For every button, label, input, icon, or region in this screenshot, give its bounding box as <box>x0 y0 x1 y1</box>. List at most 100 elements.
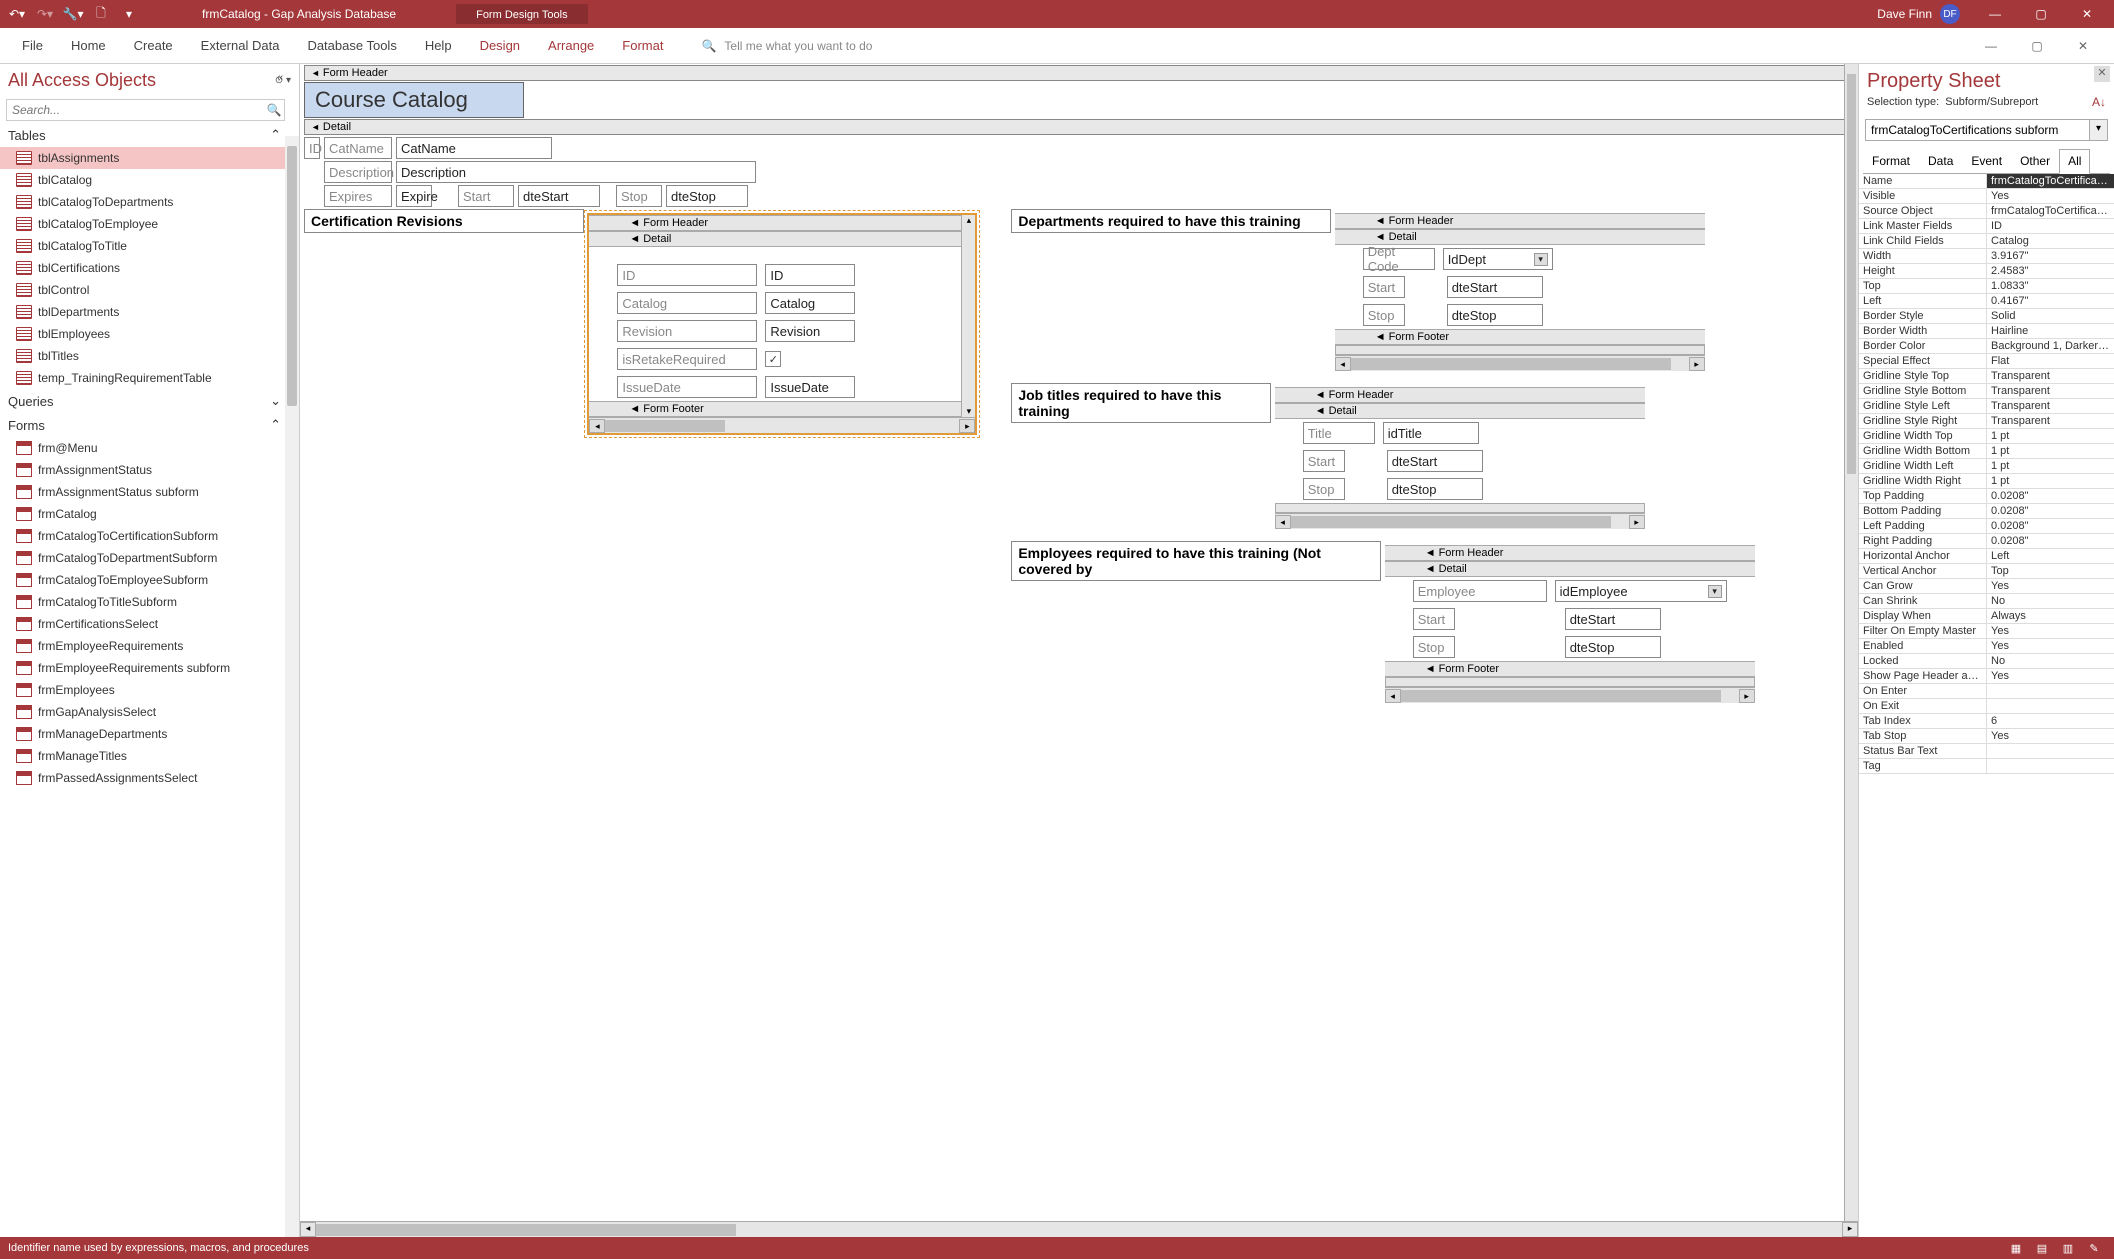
section-detail[interactable]: ◄Detail <box>304 119 1858 135</box>
dept-start-field[interactable]: dteStart <box>1447 276 1543 298</box>
tab-arrange[interactable]: Arrange <box>534 30 608 61</box>
property-row[interactable]: Left0.4167" <box>1859 294 2114 309</box>
property-row[interactable]: Gridline Width Left1 pt <box>1859 459 2114 474</box>
property-row[interactable]: Top1.0833" <box>1859 279 2114 294</box>
description-label[interactable]: Description <box>324 161 392 183</box>
catname-label[interactable]: CatName <box>324 137 392 159</box>
property-row[interactable]: Border StyleSolid <box>1859 309 2114 324</box>
property-sheet-close-button[interactable]: ✕ <box>2094 66 2110 82</box>
property-value[interactable]: Top <box>1987 564 2114 578</box>
property-value[interactable]: Hairline <box>1987 324 2114 338</box>
property-row[interactable]: Top Padding0.0208" <box>1859 489 2114 504</box>
nav-table-item[interactable]: tblCertifications <box>0 257 289 279</box>
start-field[interactable]: dteStart <box>518 185 600 207</box>
nav-form-item[interactable]: frmCatalogToDepartmentSubform <box>0 547 289 569</box>
tell-me-search[interactable]: 🔍 Tell me what you want to do <box>701 39 872 53</box>
property-row[interactable]: Bottom Padding0.0208" <box>1859 504 2114 519</box>
prop-tab-event[interactable]: Event <box>1962 149 2011 173</box>
property-value[interactable]: 0.0208" <box>1987 534 2114 548</box>
tab-home[interactable]: Home <box>57 30 120 61</box>
subform-hscroll[interactable]: ◂▸ <box>1385 687 1755 703</box>
cert-catalog-label[interactable]: Catalog <box>617 292 757 314</box>
ribbon-minimize-button[interactable]: — <box>1968 28 2014 64</box>
property-value[interactable]: Transparent <box>1987 414 2114 428</box>
property-value[interactable] <box>1987 759 2114 773</box>
nav-form-item[interactable]: frmEmployeeRequirements subform <box>0 657 289 679</box>
section-form-header[interactable]: ◄Form Header <box>304 65 1858 81</box>
nav-table-item[interactable]: tblEmployees <box>0 323 289 345</box>
cert-retake-checkbox[interactable]: ✓ <box>765 351 781 367</box>
property-value[interactable]: 1.0833" <box>1987 279 2114 293</box>
property-value[interactable]: 1 pt <box>1987 459 2114 473</box>
emp-start-label[interactable]: Start <box>1413 608 1455 630</box>
nav-table-item[interactable]: tblCatalogToTitle <box>0 235 289 257</box>
description-field[interactable]: Description <box>396 161 756 183</box>
view-form-button[interactable]: ▦ <box>2004 1239 2028 1257</box>
property-row[interactable]: Display WhenAlways <box>1859 609 2114 624</box>
property-row[interactable]: Tab StopYes <box>1859 729 2114 744</box>
property-row[interactable]: On Exit <box>1859 699 2114 714</box>
nav-table-item[interactable]: tblTitles <box>0 345 289 367</box>
property-row[interactable]: Can GrowYes <box>1859 579 2114 594</box>
undo-button[interactable]: ↶▾ <box>4 2 30 26</box>
subform-hscroll[interactable]: ◂▸ <box>589 417 975 433</box>
property-row[interactable]: Height2.4583" <box>1859 264 2114 279</box>
property-row[interactable]: Gridline Width Right1 pt <box>1859 474 2114 489</box>
property-value[interactable]: Yes <box>1987 729 2114 743</box>
dept-code-label[interactable]: Dept Code <box>1363 248 1435 270</box>
title-start-field[interactable]: dteStart <box>1387 450 1483 472</box>
nav-form-item[interactable]: frmCatalogToCertificationSubform <box>0 525 289 547</box>
property-row[interactable]: VisibleYes <box>1859 189 2114 204</box>
property-row[interactable]: Source ObjectfrmCatalogToCertification <box>1859 204 2114 219</box>
context-tools-tab[interactable]: Form Design Tools <box>456 4 588 24</box>
property-row[interactable]: Gridline Style TopTransparent <box>1859 369 2114 384</box>
property-value[interactable]: 3.9167" <box>1987 249 2114 263</box>
cert-issue-field[interactable]: IssueDate <box>765 376 855 398</box>
property-value[interactable]: 0.0208" <box>1987 489 2114 503</box>
emp-label[interactable]: Employee <box>1413 580 1547 602</box>
property-value[interactable]: Yes <box>1987 189 2114 203</box>
property-value[interactable]: 6 <box>1987 714 2114 728</box>
view-layout-button[interactable]: ▥ <box>2056 1239 2080 1257</box>
nav-table-item[interactable]: temp_TrainingRequirementTable <box>0 367 289 389</box>
title-start-label[interactable]: Start <box>1303 450 1345 472</box>
property-row[interactable]: Link Master FieldsID <box>1859 219 2114 234</box>
design-vscroll[interactable] <box>1844 64 1858 1221</box>
nav-group-queries[interactable]: Queries ⌄ <box>0 389 289 413</box>
property-value[interactable]: 1 pt <box>1987 429 2114 443</box>
nav-form-item[interactable]: frmEmployeeRequirements <box>0 635 289 657</box>
property-value[interactable]: 1 pt <box>1987 474 2114 488</box>
dept-subform-title[interactable]: Departments required to have this traini… <box>1011 209 1331 233</box>
dept-stop-field[interactable]: dteStop <box>1447 304 1543 326</box>
property-value[interactable]: Background 1, Darker 35% <box>1987 339 2114 353</box>
property-row[interactable]: Gridline Style RightTransparent <box>1859 414 2114 429</box>
property-value[interactable] <box>1987 699 2114 713</box>
tab-database-tools[interactable]: Database Tools <box>293 30 410 61</box>
cert-catalog-field[interactable]: Catalog <box>765 292 855 314</box>
nav-form-item[interactable]: frmPassedAssignmentsSelect <box>0 767 289 789</box>
property-row[interactable]: Gridline Width Bottom1 pt <box>1859 444 2114 459</box>
nav-form-item[interactable]: frmCertificationsSelect <box>0 613 289 635</box>
nav-group-tables[interactable]: Tables ⌃ <box>0 123 289 147</box>
property-value[interactable]: Transparent <box>1987 369 2114 383</box>
property-grid[interactable]: NamefrmCatalogToCertificationVisibleYesS… <box>1859 174 2114 1237</box>
dept-start-label[interactable]: Start <box>1363 276 1405 298</box>
nav-form-item[interactable]: frmAssignmentStatus <box>0 459 289 481</box>
nav-table-item[interactable]: tblAssignments <box>0 147 289 169</box>
title-field[interactable]: idTitle <box>1383 422 1479 444</box>
tab-file[interactable]: File <box>8 30 57 61</box>
minimize-button[interactable]: — <box>1972 0 2018 28</box>
property-row[interactable]: Left Padding0.0208" <box>1859 519 2114 534</box>
title-label[interactable]: Title <box>1303 422 1375 444</box>
property-value[interactable]: Yes <box>1987 669 2114 683</box>
property-row[interactable]: LockedNo <box>1859 654 2114 669</box>
title-subform-title[interactable]: Job titles required to have this trainin… <box>1011 383 1271 423</box>
nav-form-item[interactable]: frmAssignmentStatus subform <box>0 481 289 503</box>
nav-form-item[interactable]: frmEmployees <box>0 679 289 701</box>
nav-form-item[interactable]: frmCatalogToTitleSubform <box>0 591 289 613</box>
property-value[interactable]: Transparent <box>1987 384 2114 398</box>
nav-search[interactable]: 🔍 <box>6 99 285 121</box>
emp-stop-label[interactable]: Stop <box>1413 636 1455 658</box>
property-value[interactable]: 2.4583" <box>1987 264 2114 278</box>
property-value[interactable]: 0.4167" <box>1987 294 2114 308</box>
